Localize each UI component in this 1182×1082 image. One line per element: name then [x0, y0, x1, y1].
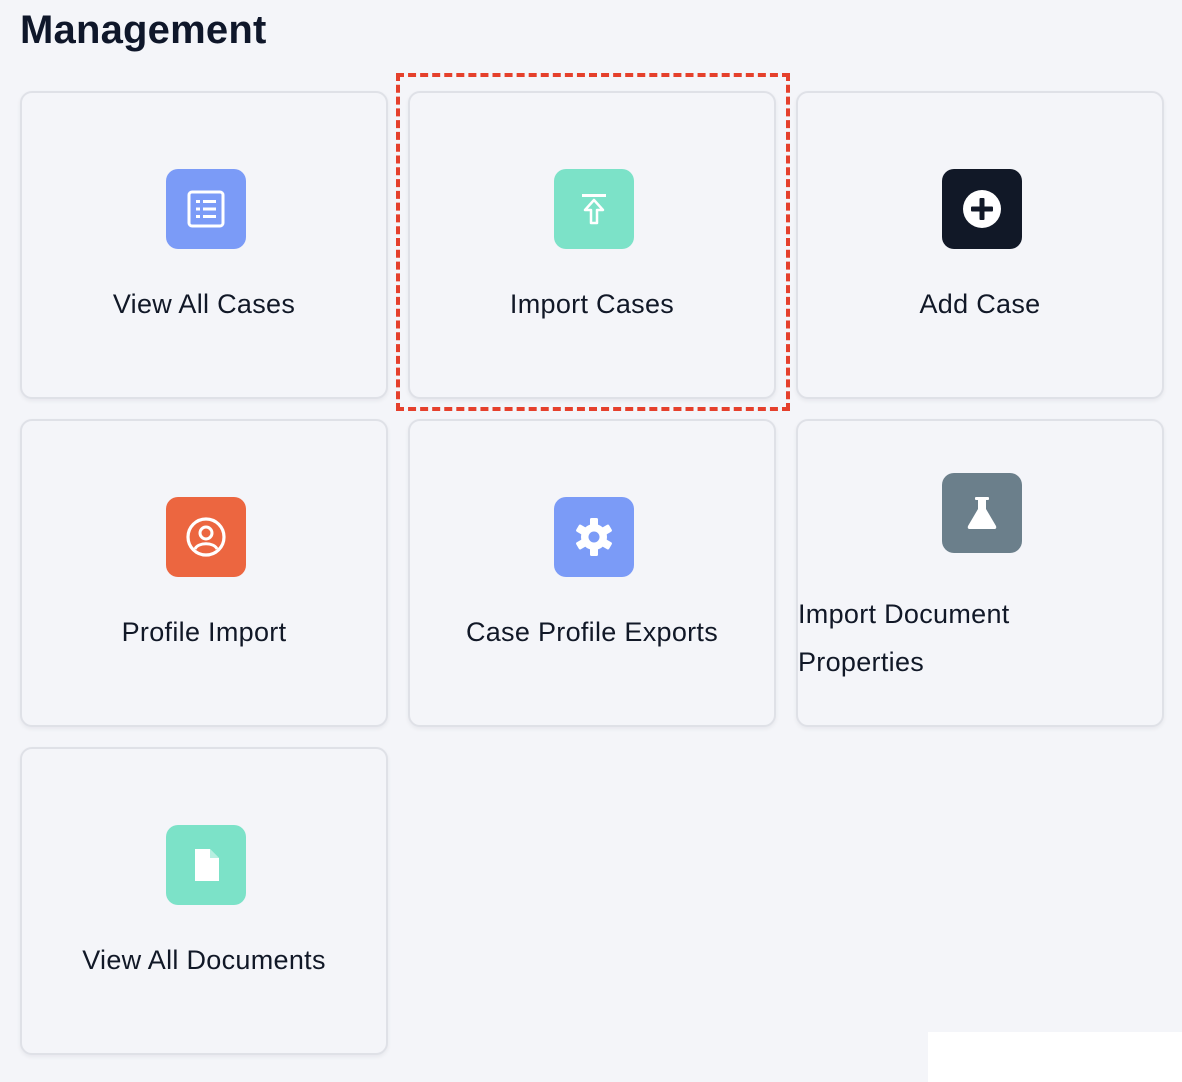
- upload-icon: [554, 169, 634, 249]
- document-icon: [166, 825, 246, 905]
- card-add-case[interactable]: Add Case: [796, 91, 1164, 399]
- card-view-all-documents[interactable]: View All Documents: [20, 747, 388, 1055]
- list-icon: [166, 169, 246, 249]
- background-patch: [928, 1032, 1182, 1082]
- flask-icon: [942, 473, 1022, 553]
- card-label: Import Cases: [509, 289, 675, 319]
- card-import-cases[interactable]: Import Cases: [408, 91, 776, 399]
- card-label: View All Documents: [82, 945, 326, 975]
- card-label: Profile Import: [121, 617, 287, 647]
- card-label: View All Cases: [112, 289, 296, 319]
- card-label: Import Document Properties: [798, 599, 1010, 677]
- card-case-profile-exports[interactable]: Case Profile Exports: [408, 419, 776, 727]
- page-title: Management: [20, 8, 267, 52]
- plus-circle-icon: [942, 169, 1022, 249]
- gear-icon: [554, 497, 634, 577]
- card-label: Add Case: [919, 289, 1041, 319]
- user-circle-icon: [166, 497, 246, 577]
- card-label: Case Profile Exports: [465, 617, 719, 647]
- card-view-all-cases[interactable]: View All Cases: [20, 91, 388, 399]
- card-profile-import[interactable]: Profile Import: [20, 419, 388, 727]
- card-import-document-properties[interactable]: Import Document Properties: [796, 419, 1164, 727]
